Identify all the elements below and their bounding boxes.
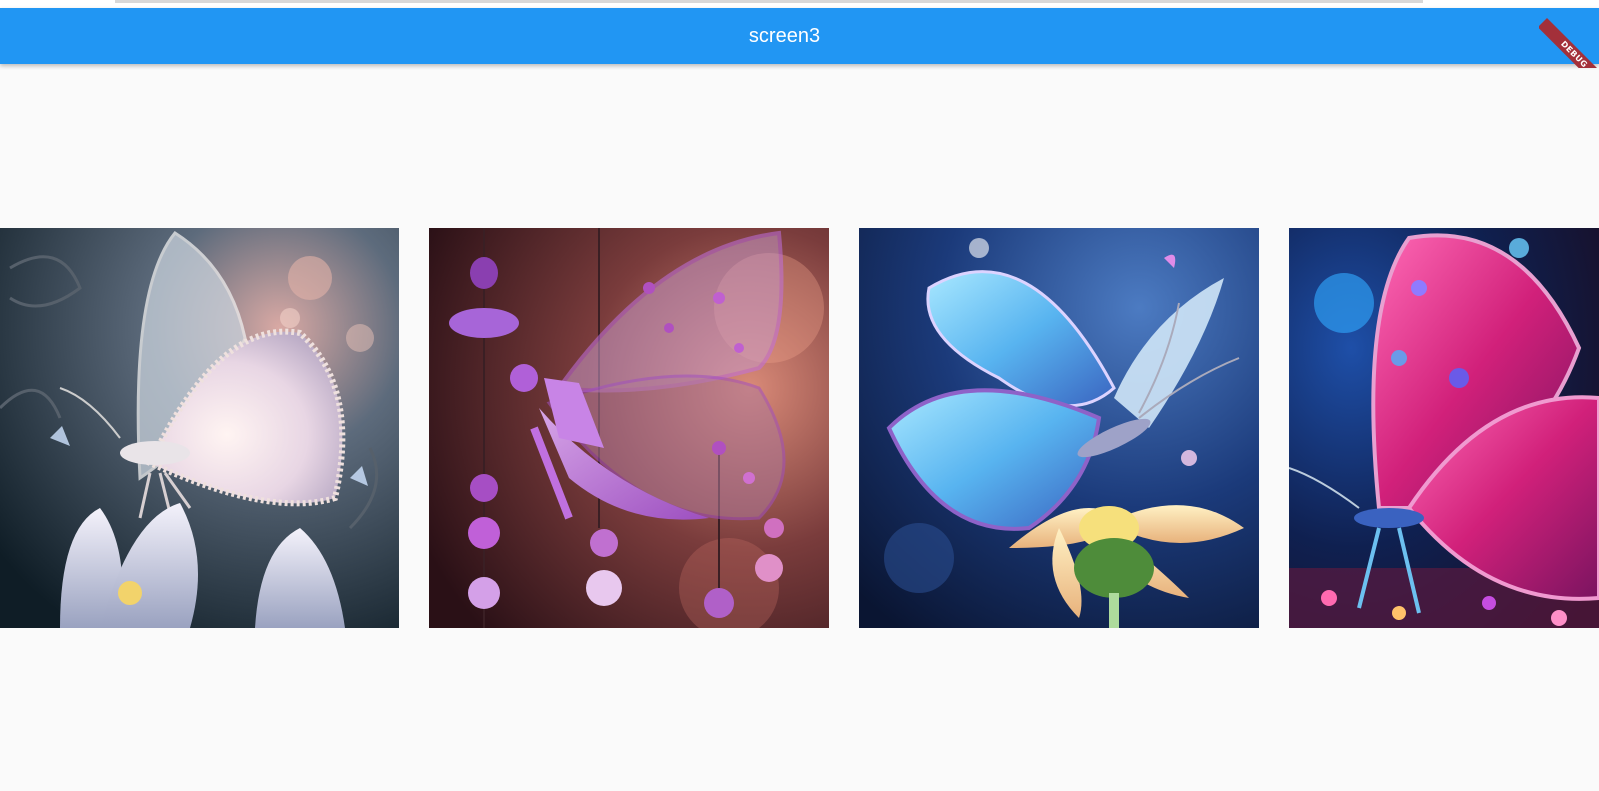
- address-bar-edge: [115, 0, 1423, 3]
- app-bar: screen3: [0, 8, 1599, 64]
- butterfly-image: [429, 228, 829, 628]
- app-bar-title: screen3: [748, 24, 821, 47]
- gallery-image-blue-butterfly[interactable]: [859, 228, 1259, 628]
- debug-banner-label: DEBUG: [1539, 18, 1599, 68]
- gallery-image-purple-butterfly[interactable]: [429, 228, 829, 628]
- window-top-strip: [0, 0, 1599, 8]
- butterfly-image: [1289, 228, 1599, 628]
- debug-banner: DEBUG: [1539, 8, 1599, 68]
- butterfly-image: [859, 228, 1259, 628]
- screen: screen3 DEBUG: [0, 0, 1599, 791]
- butterfly-image: [0, 228, 399, 628]
- gallery-image-pink-butterfly[interactable]: [1289, 228, 1599, 628]
- image-gallery[interactable]: [0, 228, 1599, 628]
- gallery-image-white-butterfly[interactable]: [0, 228, 399, 628]
